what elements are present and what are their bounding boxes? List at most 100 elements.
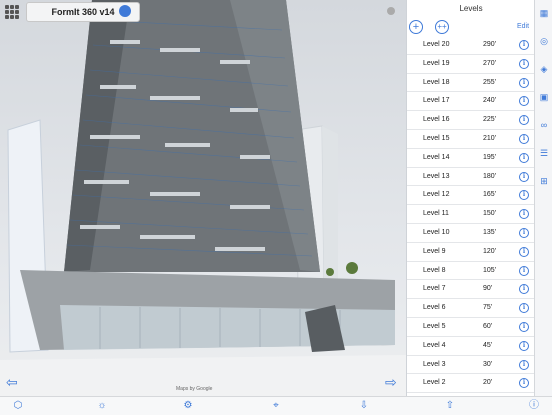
info-icon[interactable]: i <box>519 152 529 163</box>
info-icon[interactable]: i <box>519 303 529 314</box>
model-viewport[interactable] <box>0 0 406 396</box>
info-icon[interactable]: i <box>519 340 529 351</box>
level-elevation: 180' <box>483 172 497 180</box>
level-name: Level 15 <box>423 134 450 142</box>
level-row[interactable]: Level 17 240' i <box>407 92 535 112</box>
level-name: Level 7 <box>423 285 446 293</box>
info-icon[interactable]: i <box>519 77 529 88</box>
level-elevation: 225' <box>483 116 497 124</box>
level-name: Level 5 <box>423 322 446 330</box>
info-icon[interactable]: i <box>519 190 529 201</box>
undo-arrow-icon[interactable]: ⇦ <box>6 374 18 391</box>
level-name: Level 16 <box>423 116 450 124</box>
groups-icon[interactable]: ▣ <box>539 92 549 102</box>
sun-icon[interactable]: ☼ <box>96 400 108 412</box>
level-elevation: 240' <box>483 97 497 105</box>
top-bar: FormIt 360 v14 <box>0 0 406 26</box>
level-name: Level 20 <box>423 41 450 48</box>
level-name: Level 8 <box>423 266 446 274</box>
import-icon[interactable]: ⇩ <box>358 400 370 412</box>
edit-button[interactable]: Edit <box>517 23 529 30</box>
attachment-icon[interactable]: ⊞ <box>539 176 549 186</box>
level-row[interactable]: Level 7 90' i <box>407 280 535 300</box>
level-row[interactable]: Level 13 180' i <box>407 168 535 187</box>
level-name: Level 6 <box>423 304 446 312</box>
cube-icon[interactable]: ⬡ <box>12 400 24 412</box>
glasses-icon[interactable]: ∞ <box>539 120 549 130</box>
level-row[interactable]: Level 10 135' i <box>407 224 535 243</box>
ruler-icon[interactable]: ▦ <box>539 8 549 18</box>
share-icon[interactable]: ⇧ <box>444 400 456 412</box>
level-row[interactable]: Level 4 45' i <box>407 337 535 356</box>
info-icon[interactable]: i <box>519 284 529 295</box>
info-icon[interactable]: i <box>519 58 529 69</box>
sliders-icon[interactable]: ☰ <box>539 148 549 158</box>
level-row[interactable]: Level 8 105' i <box>407 262 535 281</box>
level-elevation: 90' <box>483 285 493 293</box>
level-elevation: 105' <box>483 266 497 274</box>
info-icon[interactable]: i <box>519 265 529 276</box>
level-name: Level 19 <box>423 59 450 67</box>
level-row[interactable]: Level 16 225' i <box>407 111 535 130</box>
grid-menu-icon[interactable] <box>5 5 19 19</box>
info-icon[interactable]: i <box>519 321 529 332</box>
level-row[interactable]: Level 19 270' i <box>407 55 535 74</box>
level-row[interactable]: Level 20 290' i <box>407 36 535 55</box>
level-elevation: 30' <box>483 360 493 368</box>
level-name: Level 14 <box>423 153 450 161</box>
info-icon[interactable]: i <box>519 133 529 144</box>
level-name: Level 10 <box>423 228 450 236</box>
info-icon[interactable]: i <box>519 40 529 50</box>
level-name: Level 3 <box>423 360 446 368</box>
material-icon[interactable]: ◎ <box>539 36 549 46</box>
info-icon[interactable]: i <box>519 96 529 107</box>
level-elevation: 270' <box>483 59 497 67</box>
level-row[interactable]: Level 11 150' i <box>407 205 535 224</box>
level-elevation: 255' <box>483 78 497 86</box>
levels-list: Level 20 290' i Level 19 270' i Level 18 255' i L… <box>407 36 535 412</box>
user-icon[interactable] <box>119 5 131 17</box>
info-icon[interactable]: i <box>519 171 529 182</box>
level-row[interactable]: Level 9 120' i <box>407 243 535 262</box>
layers-icon[interactable]: ◈ <box>539 64 549 74</box>
level-elevation: 135' <box>483 228 497 236</box>
info-icon[interactable]: i <box>519 359 529 370</box>
level-elevation: 45' <box>483 341 493 349</box>
level-row[interactable]: Level 18 255' i <box>407 74 535 93</box>
level-elevation: 195' <box>483 153 497 161</box>
level-row[interactable]: Level 12 165' i <box>407 186 535 206</box>
info-icon[interactable]: i <box>519 227 529 238</box>
info-icon[interactable]: i <box>519 378 529 389</box>
panel-title: Levels <box>459 4 483 13</box>
info-icon[interactable]: i <box>519 209 529 220</box>
level-row[interactable]: Level 5 60' i <box>407 318 535 337</box>
location-icon[interactable]: ⌖ <box>270 400 282 412</box>
level-elevation: 120' <box>483 247 497 255</box>
level-name: Level 18 <box>423 78 450 86</box>
sync-icon[interactable] <box>387 7 395 15</box>
level-name: Level 11 <box>423 210 449 218</box>
level-elevation: 75' <box>483 304 493 312</box>
level-row[interactable]: Level 6 75' i <box>407 299 535 318</box>
level-name: Level 17 <box>423 97 450 105</box>
level-elevation: 210' <box>483 134 497 142</box>
info-icon[interactable]: i <box>519 246 529 257</box>
level-row[interactable]: Level 2 20' i <box>407 374 535 394</box>
add-level-icon[interactable]: + <box>409 20 423 34</box>
level-row[interactable]: Level 15 210' i <box>407 130 535 149</box>
level-name: Level 4 <box>423 341 446 349</box>
redo-arrow-icon[interactable]: ⇨ <box>385 374 397 391</box>
level-row[interactable]: Level 3 30' i <box>407 356 535 375</box>
level-elevation: 165' <box>483 191 497 199</box>
level-name: Level 2 <box>423 379 446 387</box>
settings-icon[interactable]: ⚙ <box>182 400 194 412</box>
bottom-toolbar: ⬡ ☼ ⚙ ⌖ ⇩ ⇧ ⓘ <box>0 396 552 415</box>
add-multiple-levels-icon[interactable]: ++ <box>435 20 449 34</box>
level-name: Level 13 <box>423 172 450 180</box>
level-elevation: 290' <box>483 41 497 48</box>
level-row[interactable]: Level 14 195' i <box>407 149 535 168</box>
info-icon[interactable]: ⓘ <box>528 400 540 412</box>
level-name: Level 12 <box>423 191 450 199</box>
info-icon[interactable]: i <box>519 115 529 126</box>
right-sidebar: ▦ ◎ ◈ ▣ ∞ ☰ ⊞ <box>534 0 552 396</box>
